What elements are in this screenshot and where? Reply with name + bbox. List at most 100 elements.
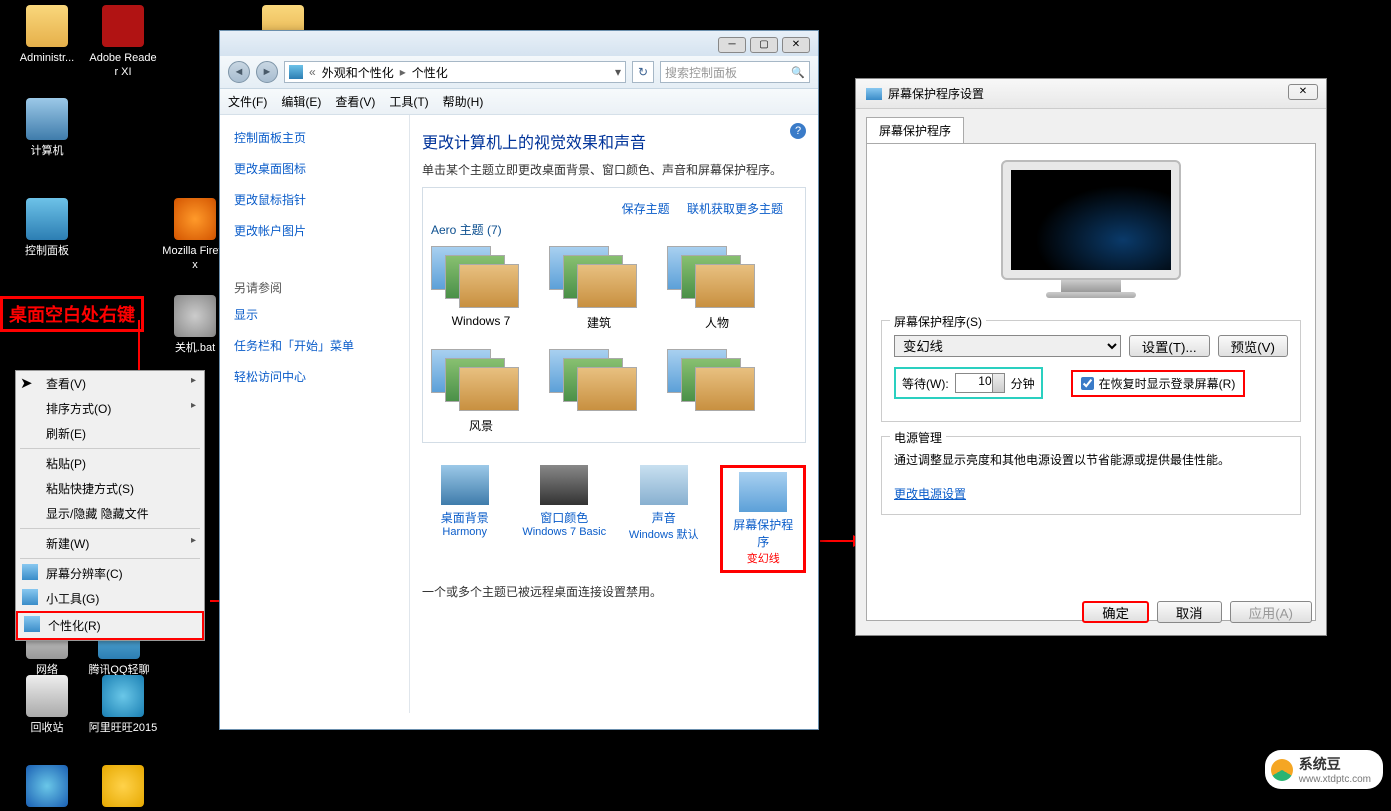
personalize-option[interactable]: 窗口颜色Windows 7 Basic bbox=[521, 465, 606, 573]
context-menu-item[interactable]: 小工具(G) bbox=[16, 586, 204, 611]
computer-icon bbox=[26, 98, 68, 140]
context-menu-item[interactable]: 查看(V) bbox=[16, 371, 204, 396]
sidebar: 控制面板主页更改桌面图标更改鼠标指针更改帐户图片 另请参阅 显示任务栏和「开始」… bbox=[220, 115, 410, 713]
option-icon bbox=[739, 472, 787, 512]
save-theme-link[interactable]: 保存主题 bbox=[622, 202, 670, 216]
menu-item[interactable]: 编辑(E) bbox=[281, 93, 321, 110]
recycle-icon bbox=[26, 675, 68, 717]
personalize-option[interactable]: 声音Windows 默认 bbox=[621, 465, 706, 573]
360-icon bbox=[102, 765, 144, 807]
breadcrumb-item[interactable]: 个性化 bbox=[412, 64, 448, 81]
tab-screensaver[interactable]: 屏幕保护程序 bbox=[866, 117, 964, 143]
control-panel-icon bbox=[289, 65, 303, 79]
page-description: 单击某个主题立即更改桌面背景、窗口颜色、声音和屏幕保护程序。 bbox=[422, 161, 806, 179]
theme-item[interactable] bbox=[667, 349, 767, 434]
sidebar-link[interactable]: 控制面板主页 bbox=[234, 129, 395, 146]
context-menu-item[interactable]: 个性化(R) bbox=[16, 611, 204, 640]
theme-item[interactable] bbox=[549, 349, 649, 434]
search-input[interactable]: 搜索控制面板 bbox=[660, 61, 810, 83]
menu-bar: 文件(F) 编辑(E) 查看(V) 工具(T) 帮助(H) bbox=[220, 89, 818, 115]
personalize-option[interactable]: 桌面背景Harmony bbox=[422, 465, 507, 573]
arrow-annotation bbox=[820, 540, 853, 542]
menu-item-icon bbox=[22, 589, 38, 605]
page-heading: 更改计算机上的视觉效果和声音 bbox=[422, 129, 806, 153]
theme-item[interactable]: Windows 7 bbox=[431, 246, 531, 331]
personalize-option[interactable]: 屏幕保护程序变幻线 bbox=[720, 465, 806, 573]
desktop-icon-cpanel[interactable]: 控制面板 bbox=[12, 198, 82, 258]
more-themes-link[interactable]: 联机获取更多主题 bbox=[687, 202, 783, 216]
menu-item[interactable]: 帮助(H) bbox=[443, 93, 484, 110]
separator bbox=[20, 528, 200, 529]
remote-disabled-note: 一个或多个主题已被远程桌面连接设置禁用。 bbox=[422, 583, 806, 600]
wait-spinner[interactable]: 10 bbox=[955, 373, 1005, 393]
context-menu-item[interactable]: 排序方式(O) bbox=[16, 396, 204, 421]
power-description: 通过调整显示亮度和其他电源设置以节省能源或提供最佳性能。 bbox=[894, 451, 1288, 469]
ww-icon bbox=[102, 675, 144, 717]
desktop-context-menu: 查看(V)排序方式(O)刷新(E) 粘贴(P)粘贴快捷方式(S)显示/隐藏 隐藏文… bbox=[15, 370, 205, 641]
desktop-icon-recycle[interactable]: 回收站 bbox=[12, 675, 82, 735]
cursor-icon: ➤ bbox=[20, 374, 33, 392]
context-menu-item[interactable]: 粘贴快捷方式(S) bbox=[16, 476, 204, 501]
aero-section-header: Aero 主题 (7) bbox=[431, 221, 797, 238]
see-also-link[interactable]: 显示 bbox=[234, 306, 395, 323]
context-menu-item[interactable]: 显示/隐藏 隐藏文件 bbox=[16, 501, 204, 526]
see-also-link[interactable]: 轻松访问中心 bbox=[234, 368, 395, 385]
firefox-icon bbox=[174, 198, 216, 240]
help-icon[interactable]: ? bbox=[790, 123, 806, 139]
dialog-icon bbox=[866, 88, 882, 100]
resume-checkbox[interactable] bbox=[1081, 377, 1094, 390]
menu-item[interactable]: 工具(T) bbox=[389, 93, 428, 110]
screensaver-select[interactable]: 变幻线 bbox=[894, 335, 1121, 357]
desktop-icon-admin[interactable]: Administr... bbox=[12, 5, 82, 65]
see-also-link[interactable]: 任务栏和「开始」菜单 bbox=[234, 337, 395, 354]
minimize-button[interactable]: ─ bbox=[718, 37, 746, 53]
back-button[interactable]: ◄ bbox=[228, 61, 250, 83]
cancel-button[interactable]: 取消 bbox=[1157, 601, 1222, 623]
settings-button[interactable]: 设置(T)... bbox=[1129, 335, 1210, 357]
menu-item[interactable]: 文件(F) bbox=[228, 93, 267, 110]
ie-icon bbox=[26, 765, 68, 807]
menu-item[interactable]: 查看(V) bbox=[335, 93, 375, 110]
screensaver-dialog: 屏幕保护程序设置 ✕ 屏幕保护程序 屏幕保护程序(S) 变幻线 设置(T)...… bbox=[855, 78, 1327, 636]
power-settings-link[interactable]: 更改电源设置 bbox=[894, 487, 966, 501]
context-menu-item[interactable]: 刷新(E) bbox=[16, 421, 204, 446]
separator bbox=[20, 558, 200, 559]
desktop-icon-ie[interactable] bbox=[12, 765, 82, 811]
adobe-icon bbox=[102, 5, 144, 47]
sidebar-link[interactable]: 更改鼠标指针 bbox=[234, 191, 395, 208]
group-screensaver-legend: 屏幕保护程序(S) bbox=[890, 313, 986, 330]
breadcrumb-item[interactable]: 外观和个性化 bbox=[322, 64, 394, 81]
preview-button[interactable]: 预览(V) bbox=[1218, 335, 1288, 357]
context-menu-item[interactable]: 屏幕分辨率(C) bbox=[16, 561, 204, 586]
desktop-icon-adobe[interactable]: Adobe Reader XI bbox=[88, 5, 158, 79]
refresh-button[interactable]: ↻ bbox=[632, 61, 654, 83]
wait-highlight: 等待(W): 10 分钟 bbox=[894, 367, 1043, 399]
watermark-logo-icon bbox=[1271, 759, 1293, 781]
context-menu-item[interactable]: 粘贴(P) bbox=[16, 451, 204, 476]
context-menu-item[interactable]: 新建(W) bbox=[16, 531, 204, 556]
menu-item-icon bbox=[24, 616, 40, 632]
menu-item-icon bbox=[22, 564, 38, 580]
resume-highlight: 在恢复时显示登录屏幕(R) bbox=[1071, 370, 1246, 397]
theme-thumbnail bbox=[431, 349, 523, 413]
desktop-icon-ww[interactable]: 阿里旺旺2015 bbox=[88, 675, 158, 735]
maximize-button[interactable]: ▢ bbox=[750, 37, 778, 53]
forward-button[interactable]: ► bbox=[256, 61, 278, 83]
sidebar-link[interactable]: 更改桌面图标 bbox=[234, 160, 395, 177]
admin-icon bbox=[26, 5, 68, 47]
apply-button[interactable]: 应用(A) bbox=[1230, 601, 1312, 623]
sidebar-link[interactable]: 更改帐户图片 bbox=[234, 222, 395, 239]
desktop-icon-computer[interactable]: 计算机 bbox=[12, 98, 82, 158]
ok-button[interactable]: 确定 bbox=[1082, 601, 1149, 623]
theme-item[interactable]: 人物 bbox=[667, 246, 767, 331]
close-button[interactable]: ✕ bbox=[1288, 84, 1318, 100]
close-button[interactable]: ✕ bbox=[782, 37, 810, 53]
watermark: 系统豆 www.xtdptc.com bbox=[1265, 750, 1383, 789]
theme-item[interactable]: 建筑 bbox=[549, 246, 649, 331]
wait-unit: 分钟 bbox=[1011, 375, 1035, 392]
preview-monitor bbox=[1001, 160, 1181, 300]
separator bbox=[20, 448, 200, 449]
theme-item[interactable]: 风景 bbox=[431, 349, 531, 434]
desktop-icon-360[interactable] bbox=[88, 765, 158, 811]
address-bar[interactable]: « 外观和个性化 ▸ 个性化 ▾ bbox=[284, 61, 626, 83]
